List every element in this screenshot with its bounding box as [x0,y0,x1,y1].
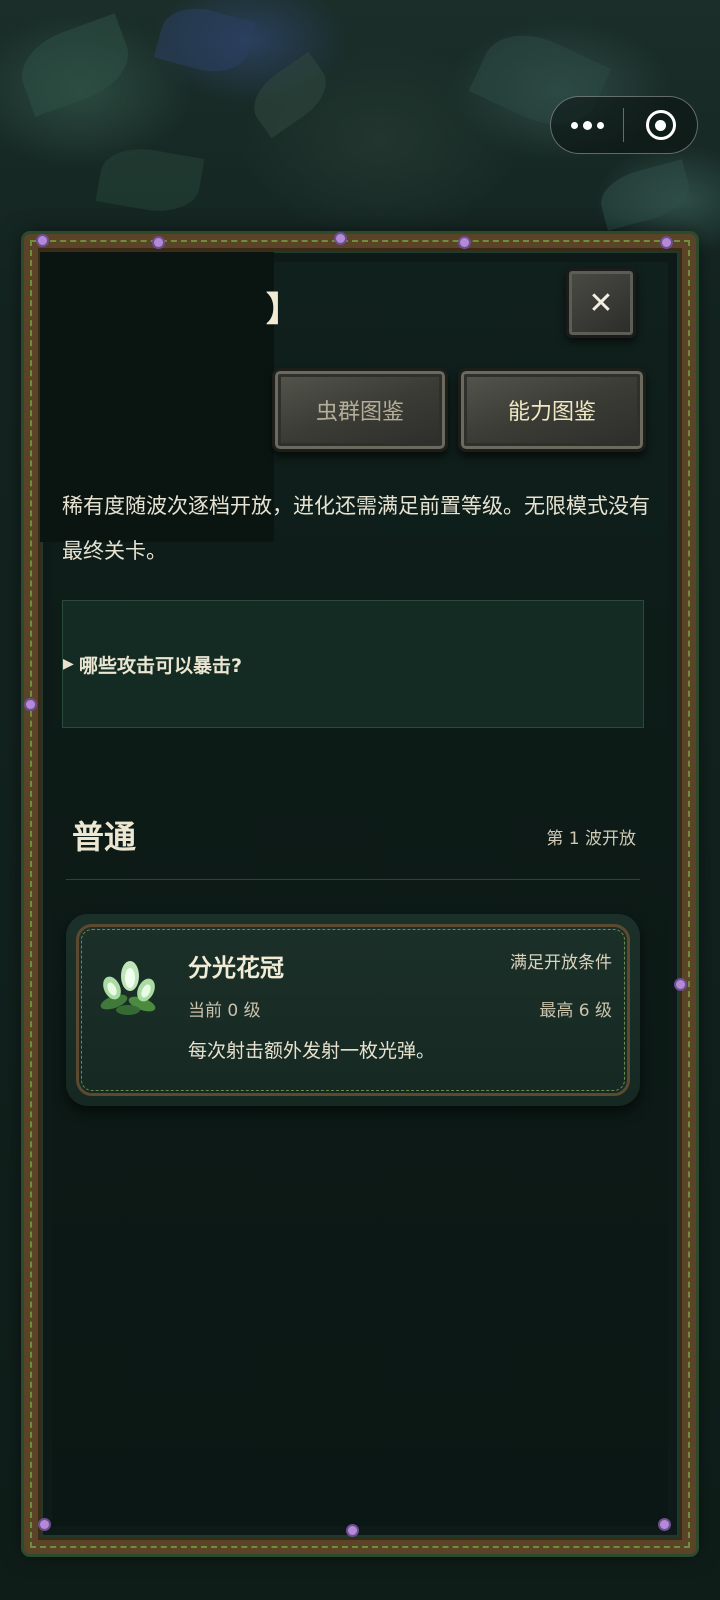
faq-question: 哪些攻击可以暴击? [79,654,243,677]
glowing-flower-icon [100,961,156,1015]
tab-ability-codex[interactable]: 能力图鉴 [458,368,646,452]
vine-flower-icon [38,236,47,245]
target-ring-icon[interactable] [624,97,697,153]
ability-unlock-status: 满足开放条件 [510,953,612,973]
tab-swarm-codex[interactable]: 虫群图鉴 [272,368,448,452]
codex-description: 稀有度随波次逐档开放，进化还需满足前置等级。无限模式没有最终关卡。 [62,494,650,563]
vine-flower-icon [676,980,685,989]
ability-description: 每次射击额外发射一枚光弹。 [188,1040,436,1062]
page-title: 】 [266,290,300,330]
close-icon: ✕ [588,285,614,321]
triangle-right-icon: ▶ [63,656,74,672]
vine-flower-icon [348,1526,357,1535]
ability-current-level: 当前 0 级 [188,1001,261,1021]
vine-flower-icon [26,700,35,709]
ability-name: 分光花冠 [188,954,284,982]
rarity-unlock-wave: 第 1 波开放 [546,829,636,849]
background-leaf [153,0,257,81]
rarity-section-title: 普通 [72,818,137,856]
close-button[interactable]: ✕ [566,268,636,338]
background-leaf [595,159,695,231]
vine-flower-icon [460,238,469,247]
faq-critical-toggle[interactable]: ▶ 哪些攻击可以暴击? [62,600,644,728]
background-leaf [11,13,139,117]
vine-flower-icon [660,1520,669,1529]
background-leaf [95,141,205,219]
vine-flower-icon [662,238,671,247]
background-leaf [242,51,338,139]
more-dots-icon[interactable] [551,97,623,153]
miniprogram-capsule [550,96,698,154]
ability-max-level: 最高 6 级 [539,1001,612,1021]
vine-flower-icon [154,238,163,247]
vine-flower-icon [40,1520,49,1529]
vine-flower-icon [336,234,345,243]
section-divider [66,879,640,880]
ability-card[interactable]: 分光花冠 满足开放条件 当前 0 级 最高 6 级 每次射击额外发射一枚光弹。 [66,914,640,1106]
